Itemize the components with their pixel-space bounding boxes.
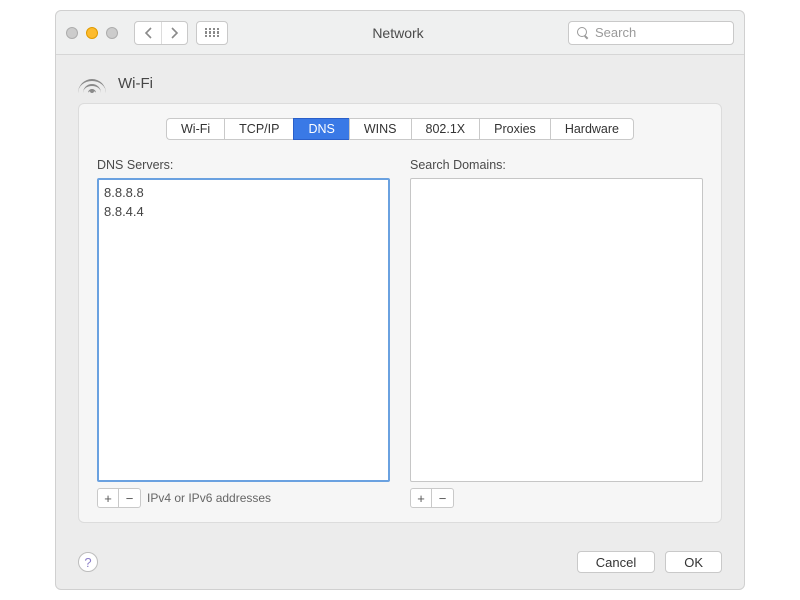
chevron-left-icon: [144, 27, 153, 39]
traffic-lights: [66, 27, 118, 39]
titlebar: Network Search: [56, 11, 744, 55]
window-minimize-button[interactable]: [86, 27, 98, 39]
dns-hint: IPv4 or IPv6 addresses: [147, 491, 271, 505]
dns-add-button[interactable]: +: [97, 488, 119, 508]
content-pane: Wi-FiTCP/IPDNSWINS802.1XProxiesHardware …: [78, 103, 722, 523]
cancel-button[interactable]: Cancel: [577, 551, 655, 573]
tab-dns[interactable]: DNS: [293, 118, 348, 140]
dns-entry[interactable]: 8.8.8.8: [104, 183, 383, 202]
ok-button[interactable]: OK: [665, 551, 722, 573]
domains-column: Search Domains: + −: [410, 158, 703, 508]
window-close-button[interactable]: [66, 27, 78, 39]
footer: ? Cancel OK: [56, 537, 744, 589]
dns-row-below: + − IPv4 or IPv6 addresses: [97, 488, 390, 508]
search-domains-list[interactable]: [410, 178, 703, 482]
network-window: Network Search Wi-Fi Wi-FiTCP/IPDNSWINS8…: [55, 10, 745, 590]
domains-label: Search Domains:: [410, 158, 703, 172]
back-forward-segment: [134, 21, 188, 45]
grid-icon: [205, 28, 219, 38]
search-icon: [577, 27, 589, 39]
dns-column: DNS Servers: 8.8.8.88.8.4.4 + − IPv4 or …: [97, 158, 390, 508]
domains-row-below: + −: [410, 488, 703, 508]
show-all-button[interactable]: [196, 21, 228, 45]
tab-wifi[interactable]: Wi-Fi: [166, 118, 224, 140]
chevron-right-icon: [170, 27, 179, 39]
tab-wins[interactable]: WINS: [349, 118, 411, 140]
forward-button[interactable]: [161, 22, 187, 44]
back-button[interactable]: [135, 22, 161, 44]
tab-proxies[interactable]: Proxies: [479, 118, 550, 140]
window-zoom-button[interactable]: [106, 27, 118, 39]
dns-entry[interactable]: 8.8.4.4: [104, 202, 383, 221]
columns: DNS Servers: 8.8.8.88.8.4.4 + − IPv4 or …: [97, 158, 703, 508]
domains-add-remove: + −: [410, 488, 454, 508]
tab-bar: Wi-FiTCP/IPDNSWINS802.1XProxiesHardware: [97, 118, 703, 140]
dns-add-remove: + −: [97, 488, 141, 508]
wifi-icon: [78, 73, 106, 93]
domains-add-button[interactable]: +: [410, 488, 432, 508]
section-title: Wi-Fi: [118, 75, 153, 92]
tab-hardware[interactable]: Hardware: [550, 118, 634, 140]
search-placeholder: Search: [595, 25, 636, 40]
footer-right: Cancel OK: [577, 551, 722, 573]
dns-servers-list[interactable]: 8.8.8.88.8.4.4: [97, 178, 390, 482]
dns-remove-button[interactable]: −: [119, 488, 141, 508]
section-head: Wi-Fi: [56, 55, 744, 103]
window-title: Network: [236, 25, 560, 41]
tab-tcpip[interactable]: TCP/IP: [224, 118, 293, 140]
search-field[interactable]: Search: [568, 21, 734, 45]
tab-8021x[interactable]: 802.1X: [411, 118, 480, 140]
domains-remove-button[interactable]: −: [432, 488, 454, 508]
dns-label: DNS Servers:: [97, 158, 390, 172]
help-button[interactable]: ?: [78, 552, 98, 572]
